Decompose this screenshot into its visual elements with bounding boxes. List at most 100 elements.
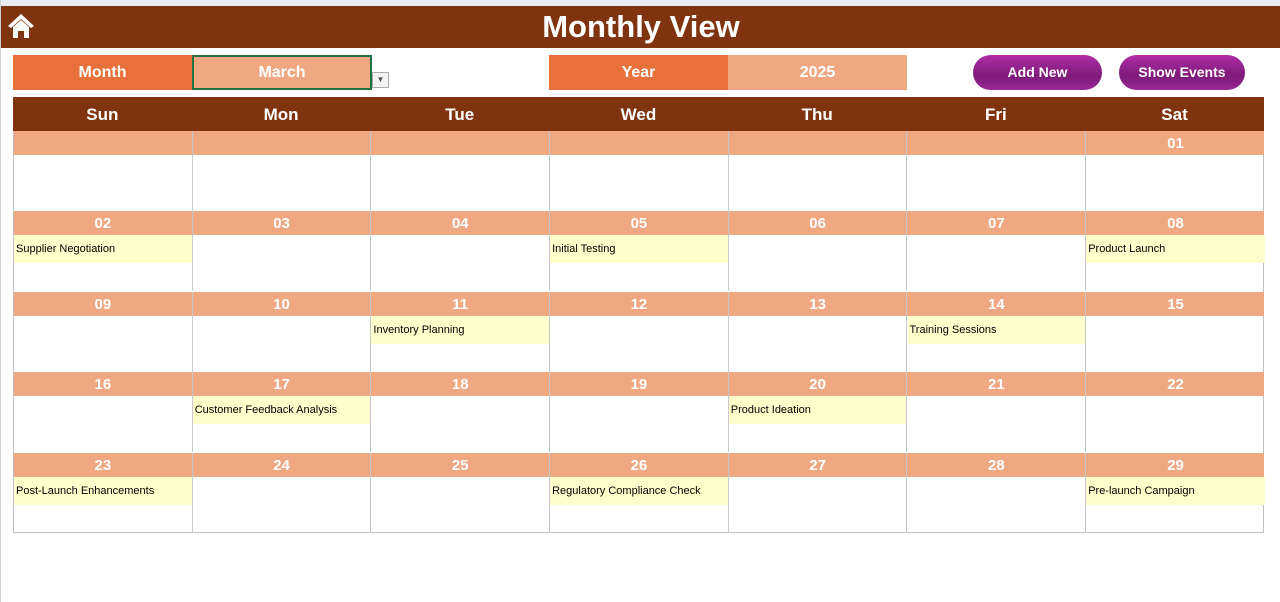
day-cell[interactable]: 16: [14, 372, 193, 453]
day-cell[interactable]: [729, 131, 908, 211]
day-cell[interactable]: [193, 131, 372, 211]
day-number: 09: [94, 295, 112, 313]
day-number: 10: [273, 295, 290, 313]
day-cell[interactable]: [371, 131, 551, 211]
day-cell[interactable]: 15: [1086, 292, 1265, 372]
day-cell[interactable]: 26 Regulatory Compliance Check: [550, 452, 729, 533]
day-cell[interactable]: 03: [193, 211, 372, 292]
event-item[interactable]: Initial Testing: [550, 235, 728, 264]
day-cell[interactable]: [14, 131, 193, 211]
day-number: [371, 131, 549, 155]
day-number: 04: [451, 215, 469, 233]
year-value[interactable]: 2025: [728, 55, 907, 90]
day-number: 20: [809, 376, 826, 394]
day-number: [193, 131, 371, 155]
day-number: 29: [1167, 456, 1184, 474]
day-number: 02: [94, 215, 112, 233]
day-number: 14: [988, 295, 1005, 313]
day-number: 18: [451, 376, 469, 394]
day-number: 05: [630, 215, 648, 233]
day-cell[interactable]: [908, 131, 1087, 211]
day-cell[interactable]: 21: [908, 372, 1087, 453]
show-events-button[interactable]: Show Events: [1119, 55, 1245, 90]
week-row: 23 Post-Launch Enhancements 24 25 26 Regulato…: [14, 452, 1265, 533]
day-cell[interactable]: 13: [729, 291, 908, 372]
week-row: 09 10 11 Inventory Planning 12 13 14 Training S…: [14, 291, 1265, 372]
day-number: 24: [273, 456, 290, 474]
day-number: 07: [988, 215, 1005, 233]
day-cell[interactable]: 19: [550, 372, 729, 453]
day-cell[interactable]: 25: [371, 452, 551, 533]
day-cell[interactable]: 04: [371, 211, 551, 292]
day-number: [14, 131, 192, 155]
day-number: 11: [452, 295, 469, 313]
day-number: 01: [1167, 135, 1184, 152]
day-cell[interactable]: [550, 131, 729, 211]
calendar-grid: 01 02 Supplier Negotiation 03 04 05 Initial Te…: [13, 131, 1265, 533]
day-cell[interactable]: 18: [371, 372, 551, 453]
day-cell[interactable]: 29 Pre-launch Campaign: [1086, 453, 1265, 533]
day-number: 06: [809, 215, 826, 233]
week-row: 02 Supplier Negotiation 03 04 05 Initial Test…: [14, 211, 1265, 292]
event-item[interactable]: Inventory Planning: [371, 315, 550, 344]
day-number: 19: [630, 376, 648, 394]
dropdown-arrow-icon[interactable]: ▼: [372, 72, 389, 88]
day-cell[interactable]: 12: [550, 291, 729, 372]
add-new-button[interactable]: Add New: [973, 55, 1102, 90]
weekday-fri: Fri: [984, 105, 1007, 124]
day-number: [908, 131, 1086, 155]
day-cell[interactable]: 07: [908, 211, 1087, 292]
day-number: 17: [273, 376, 290, 394]
day-cell[interactable]: 06: [729, 211, 908, 292]
day-cell[interactable]: 24: [193, 452, 372, 533]
week-row: 01: [14, 131, 1264, 211]
day-cell[interactable]: 01: [1086, 131, 1265, 211]
day-cell[interactable]: 14 Training Sessions: [907, 291, 1087, 372]
day-cell[interactable]: 10: [193, 291, 372, 372]
weekday-sat: Sat: [1161, 105, 1188, 124]
event-item[interactable]: Regulatory Compliance Check: [550, 476, 728, 505]
weekday-thu: Thu: [801, 105, 833, 124]
day-number: 15: [1167, 295, 1184, 313]
day-number: 12: [630, 295, 648, 313]
day-number: 21: [988, 376, 1005, 394]
day-number: [550, 131, 728, 155]
weekday-mon: Mon: [263, 105, 299, 124]
day-cell[interactable]: 17 Customer Feedback Analysis: [192, 372, 372, 453]
day-number: 13: [809, 295, 826, 313]
day-number: 22: [1167, 376, 1184, 394]
day-number: [729, 131, 907, 155]
day-cell[interactable]: 27: [729, 452, 908, 533]
weekday-header: Sun Mon Tue Wed Thu Fri Sat: [13, 97, 1264, 131]
day-cell[interactable]: 02 Supplier Negotiation: [14, 211, 193, 292]
event-item[interactable]: Supplier Negotiation: [14, 235, 192, 264]
day-number: 28: [988, 456, 1005, 474]
event-item[interactable]: Post-Launch Enhancements: [14, 476, 192, 505]
month-label: Month: [13, 55, 192, 90]
day-number: 25: [451, 456, 469, 474]
event-item[interactable]: Training Sessions: [907, 315, 1086, 344]
day-number: 23: [94, 456, 112, 474]
event-item[interactable]: Pre-launch Campaign: [1086, 476, 1265, 505]
day-number: 27: [809, 456, 826, 474]
day-cell[interactable]: 05 Initial Testing: [550, 211, 729, 292]
event-item[interactable]: Customer Feedback Analysis: [192, 396, 371, 425]
weekday-tue: Tue: [445, 105, 475, 124]
day-cell[interactable]: 09: [14, 291, 193, 372]
day-number: 03: [273, 215, 290, 233]
event-item[interactable]: Product Launch: [1086, 235, 1265, 264]
month-select[interactable]: March: [192, 55, 372, 90]
day-number: 26: [630, 456, 648, 474]
day-cell[interactable]: 22: [1086, 372, 1265, 452]
day-number: 08: [1167, 215, 1184, 233]
year-label: Year: [549, 55, 728, 90]
title-bar: Monthly View: [1, 6, 1280, 48]
day-cell[interactable]: 08 Product Launch: [1086, 211, 1265, 291]
week-row: 16 17 Customer Feedback Analysis 18 19 20 Prod…: [14, 372, 1265, 453]
day-cell[interactable]: 20 Product Ideation: [728, 372, 908, 453]
day-cell[interactable]: 11 Inventory Planning: [371, 291, 551, 372]
event-item[interactable]: Product Ideation: [728, 396, 907, 425]
day-number: 16: [94, 376, 112, 394]
day-cell[interactable]: 28: [908, 452, 1087, 533]
day-cell[interactable]: 23 Post-Launch Enhancements: [14, 452, 193, 533]
